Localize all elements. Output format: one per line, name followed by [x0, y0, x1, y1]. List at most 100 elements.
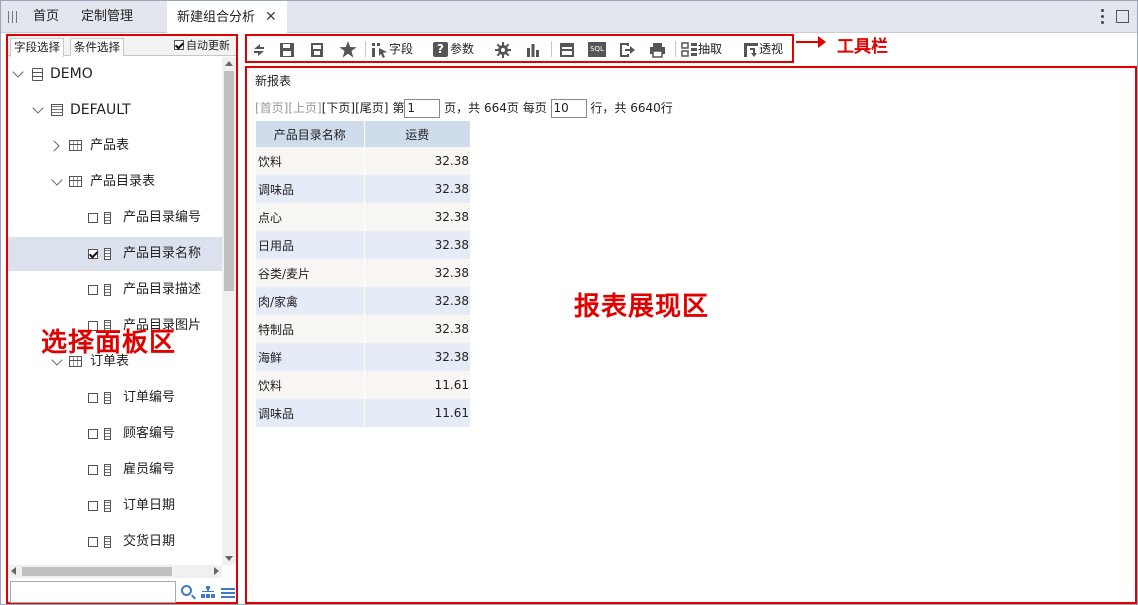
- pivot-icon: [744, 42, 758, 57]
- more-menu-icon[interactable]: [1101, 9, 1105, 25]
- tree-node-label: DEMO: [50, 66, 93, 82]
- close-icon[interactable]: ✕: [265, 9, 277, 25]
- tab-home[interactable]: 首页: [33, 1, 59, 33]
- field-icon: [104, 392, 111, 404]
- field-checkbox[interactable]: [88, 249, 98, 259]
- tree-node-label: 交货日期: [123, 534, 176, 549]
- scroll-down-icon[interactable]: [225, 556, 233, 561]
- tree-field-order-id[interactable]: 订单编号: [8, 381, 222, 415]
- category-cell: 海鲜: [256, 343, 365, 371]
- sql-button[interactable]: SQL: [588, 39, 606, 59]
- tree-node-label: 产品目录编号: [123, 210, 202, 225]
- export-button[interactable]: [619, 39, 635, 59]
- chevron-down-icon[interactable]: [12, 66, 24, 78]
- chevron-down-icon[interactable]: [32, 102, 44, 114]
- save-as-button[interactable]: [309, 39, 325, 59]
- tree-field-delivery-date[interactable]: 交货日期: [8, 525, 222, 559]
- horizontal-scrollbar[interactable]: [8, 565, 222, 578]
- tree-field-category-desc[interactable]: 产品目录描述: [8, 273, 222, 307]
- field-search-input[interactable]: [10, 581, 176, 603]
- tab-condition-select[interactable]: 条件选择: [70, 38, 124, 56]
- tree-field-category-id[interactable]: 产品目录编号: [8, 201, 222, 235]
- scroll-right-icon[interactable]: [214, 567, 219, 575]
- app-window: 首页 定制管理 新建组合分析 ✕ 字段选择 条件选择 自动更新 DEMO DEFA…: [0, 0, 1138, 605]
- field-checkbox[interactable]: [88, 429, 98, 439]
- tab-bar: 首页 定制管理 新建组合分析 ✕: [1, 1, 1137, 34]
- prev-page-link[interactable]: [上页]: [288, 101, 321, 115]
- search-icon[interactable]: [181, 585, 192, 596]
- save-button[interactable]: [279, 39, 295, 59]
- print-button[interactable]: [649, 39, 666, 59]
- field-checkbox[interactable]: [88, 501, 98, 511]
- tree-node-demo[interactable]: DEMO: [8, 57, 222, 91]
- next-page-link[interactable]: [下页]: [322, 101, 355, 115]
- tree-node-label: 产品目录名称: [123, 246, 202, 261]
- freight-cell: 32.38: [364, 175, 470, 203]
- scroll-thumb[interactable]: [22, 567, 172, 576]
- table-header-row: 产品目录名称 运费: [256, 121, 470, 147]
- tab-new-analysis[interactable]: 新建组合分析 ✕: [167, 1, 287, 34]
- tree-view-icon[interactable]: [201, 586, 215, 598]
- scroll-up-icon[interactable]: [225, 61, 233, 66]
- last-page-link[interactable]: [尾页]: [355, 101, 388, 115]
- tab-new-analysis-label: 新建组合分析: [177, 10, 256, 25]
- tree-node-label: 订单编号: [123, 390, 176, 405]
- category-cell: 调味品: [256, 399, 365, 427]
- tree-node-product-table[interactable]: 产品表: [8, 129, 222, 163]
- extract-icon: [681, 41, 697, 57]
- table-row: 肉/家禽 32.38: [256, 287, 470, 315]
- pivot-button[interactable]: 透视: [743, 39, 783, 59]
- category-cell: 点心: [256, 203, 365, 231]
- refresh-button[interactable]: [251, 39, 267, 59]
- tree-field-employee-id[interactable]: 雇员编号: [8, 453, 222, 487]
- tree-field-category-name[interactable]: 产品目录名称: [8, 237, 222, 271]
- maximize-icon[interactable]: [1116, 10, 1129, 23]
- tree-node-default[interactable]: DEFAULT: [8, 93, 222, 127]
- page-size-input[interactable]: 10: [550, 99, 587, 118]
- tree-field-customer-id[interactable]: 顾客编号: [8, 417, 222, 451]
- chevron-right-icon[interactable]: [48, 140, 60, 152]
- table-row: 调味品 11.61: [256, 399, 470, 427]
- field-checkbox[interactable]: [88, 393, 98, 403]
- auto-update-label: 自动更新: [186, 39, 230, 52]
- field-checkbox[interactable]: [88, 465, 98, 475]
- category-cell: 特制品: [256, 315, 365, 343]
- tab-field-select[interactable]: 字段选择: [10, 38, 64, 57]
- first-page-link[interactable]: [首页]: [255, 101, 288, 115]
- parameter-button[interactable]: ? 参数: [433, 39, 474, 59]
- column-header[interactable]: 运费: [364, 121, 470, 147]
- export-icon: [620, 42, 635, 57]
- table-row: 点心 32.38: [256, 203, 470, 231]
- layout-button[interactable]: [559, 39, 575, 59]
- field-button[interactable]: 字段: [371, 39, 413, 59]
- field-checkbox[interactable]: [88, 285, 98, 295]
- field-checkbox[interactable]: [88, 537, 98, 547]
- auto-update-checkbox[interactable]: 自动更新: [174, 37, 236, 53]
- freight-cell: 32.38: [364, 287, 470, 315]
- scroll-left-icon[interactable]: [11, 567, 16, 575]
- gear-icon: [495, 41, 511, 58]
- column-header[interactable]: 产品目录名称: [256, 121, 365, 147]
- tree-node-label: 产品表: [90, 138, 130, 153]
- freight-cell: 32.38: [364, 259, 470, 287]
- list-view-icon[interactable]: [221, 586, 235, 598]
- category-cell: 调味品: [256, 175, 365, 203]
- tab-custom-manage[interactable]: 定制管理: [81, 1, 133, 33]
- settings-button[interactable]: [495, 39, 511, 59]
- tree-field-order-date[interactable]: 订单日期: [8, 489, 222, 523]
- field-checkbox[interactable]: [88, 213, 98, 223]
- grip-icon[interactable]: [8, 11, 17, 23]
- chevron-down-icon[interactable]: [51, 174, 63, 186]
- extract-button[interactable]: 抽取: [681, 39, 722, 59]
- chart-button[interactable]: [525, 39, 541, 59]
- freight-cell: 32.38: [364, 343, 470, 371]
- selection-panel: 字段选择 条件选择 自动更新 DEMO DEFAULT 产品表 产品目录表 产品…: [6, 34, 238, 604]
- extract-button-label: 抽取: [698, 42, 723, 56]
- page-prefix-label: 第: [392, 101, 405, 115]
- scroll-thumb[interactable]: [224, 71, 234, 291]
- vertical-scrollbar[interactable]: [222, 57, 236, 565]
- favorite-button[interactable]: [339, 39, 357, 59]
- freight-cell: 11.61: [364, 371, 470, 399]
- tree-node-category-table[interactable]: 产品目录表: [8, 165, 222, 199]
- page-number-input[interactable]: 1: [404, 99, 441, 118]
